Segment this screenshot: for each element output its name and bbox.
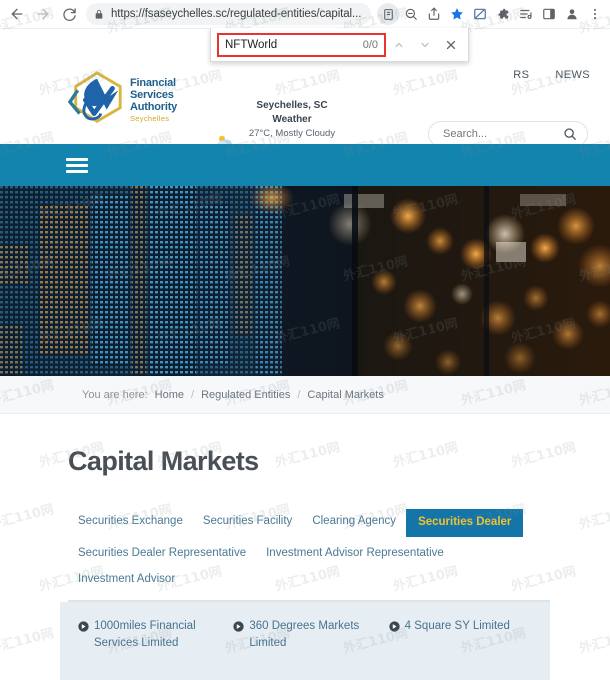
weather-widget: Seychelles, SC Weather 27°C, Mostly Clou… xyxy=(217,99,362,144)
find-input-wrapper[interactable]: NFTWorld 0/0 xyxy=(217,32,386,57)
partly-cloudy-icon xyxy=(217,135,232,144)
browser-toolbar: https://fsaseychelles.sc/regulated-entit… xyxy=(0,0,610,29)
puzzle-extensions-icon[interactable] xyxy=(492,3,514,25)
arrow-circle-icon xyxy=(78,621,89,633)
breadcrumb-separator: / xyxy=(297,388,301,401)
find-next-icon[interactable] xyxy=(412,32,438,58)
top-navigation: RS NEWS xyxy=(513,69,590,81)
tab-securities-dealer[interactable]: Securities Dealer xyxy=(406,509,524,537)
extension-app-icon[interactable] xyxy=(469,3,491,25)
address-bar[interactable]: https://fsaseychelles.sc/regulated-entit… xyxy=(86,3,371,25)
tab-row-secondary: Securities Dealer Representative Investm… xyxy=(68,541,550,593)
breadcrumb-label: You are here: xyxy=(82,388,148,401)
bookmark-star-icon[interactable] xyxy=(446,3,468,25)
tab-investment-advisor-representative[interactable]: Investment Advisor Representative xyxy=(256,541,454,567)
entity-column-2: 360 Degrees Markets Limited AC Global Li… xyxy=(233,618,376,680)
arrow-circle-icon xyxy=(233,621,244,633)
list-item[interactable]: 4 Square SY Limited xyxy=(389,618,532,635)
tab-securities-exchange[interactable]: Securities Exchange xyxy=(68,509,193,535)
tab-investment-advisor[interactable]: Investment Advisor xyxy=(68,567,185,593)
find-close-icon[interactable] xyxy=(438,32,464,58)
fsa-bird-logo-icon xyxy=(68,71,122,123)
logo-subtitle: Seychelles xyxy=(130,113,170,123)
weather-condition: 27°C, Mostly Cloudy xyxy=(248,128,336,139)
nav-item-careers[interactable]: RS xyxy=(513,69,529,81)
list-item[interactable]: 1000miles Financial Services Limited xyxy=(78,618,221,651)
lock-icon xyxy=(94,9,104,20)
url-text: https://fsaseychelles.sc/regulated-entit… xyxy=(111,8,362,20)
side-panel-icon[interactable] xyxy=(538,3,560,25)
entity-name[interactable]: 360 Degrees Markets Limited xyxy=(249,618,376,651)
reader-mode-icon[interactable] xyxy=(377,3,399,25)
hero-banner-image xyxy=(0,186,610,376)
zoom-out-icon[interactable] xyxy=(400,3,422,25)
find-input[interactable]: NFTWorld xyxy=(225,39,359,51)
tab-securities-dealer-representative[interactable]: Securities Dealer Representative xyxy=(68,541,256,567)
reload-button[interactable] xyxy=(56,1,82,27)
entity-column-3: 4 Square SY Limited Aerarium Limited xyxy=(389,618,532,680)
search-input[interactable] xyxy=(441,127,563,141)
entity-column-1: 1000miles Financial Services Limited 4T … xyxy=(78,618,221,680)
list-item[interactable]: 360 Degrees Markets Limited xyxy=(233,618,376,651)
nav-item-news[interactable]: NEWS xyxy=(555,69,590,81)
search-icon[interactable] xyxy=(563,127,577,141)
main-content: Capital Markets Securities Exchange Secu… xyxy=(0,414,610,680)
tab-clearing-agency[interactable]: Clearing Agency xyxy=(302,509,406,535)
breadcrumb: You are here: Home / Regulated Entities … xyxy=(0,376,610,414)
main-menu-bar xyxy=(0,144,610,186)
page-title: Capital Markets xyxy=(68,446,259,476)
tab-securities-facility[interactable]: Securities Facility xyxy=(193,509,302,535)
chrome-menu-icon[interactable] xyxy=(584,3,606,25)
tab-row-primary: Securities Exchange Securities Facility … xyxy=(68,509,550,537)
arrow-circle-icon xyxy=(389,621,400,633)
toolbar-icon-group xyxy=(377,3,606,25)
entity-list-panel: 1000miles Financial Services Limited 4T … xyxy=(60,602,550,680)
logo-line-3: Authority xyxy=(130,101,178,114)
breadcrumb-separator: / xyxy=(191,388,195,401)
entity-name[interactable]: 4 Square SY Limited xyxy=(405,618,532,635)
site-search-box[interactable] xyxy=(428,121,588,144)
hero-banner xyxy=(0,186,610,376)
back-button[interactable] xyxy=(4,1,30,27)
breadcrumb-item-regulated-entities[interactable]: Regulated Entities xyxy=(201,389,290,401)
profile-avatar-icon[interactable] xyxy=(561,3,583,25)
reading-list-icon[interactable] xyxy=(515,3,537,25)
forward-button[interactable] xyxy=(30,1,56,27)
share-icon[interactable] xyxy=(423,3,445,25)
find-previous-icon[interactable] xyxy=(386,32,412,58)
site-logo[interactable]: Financial Services Authority Seychelles xyxy=(68,69,177,131)
weather-location-line1: Seychelles, SC xyxy=(256,100,328,111)
entity-type-tabs: Securities Exchange Securities Facility … xyxy=(60,477,550,603)
find-in-page-bar: NFTWorld 0/0 xyxy=(210,28,469,62)
logo-wordmark: Financial Services Authority Seychelles xyxy=(130,77,177,123)
entity-name[interactable]: 1000miles Financial Services Limited xyxy=(94,618,221,651)
breadcrumb-item-current: Capital Markets xyxy=(307,388,384,401)
weather-location-line2: Weather xyxy=(272,113,312,125)
find-match-count: 0/0 xyxy=(362,38,378,51)
logo-line-2: Services xyxy=(130,89,174,102)
logo-line-1: Financial xyxy=(130,76,176,89)
breadcrumb-item-home[interactable]: Home xyxy=(155,389,184,401)
hamburger-menu-icon[interactable] xyxy=(66,155,88,176)
